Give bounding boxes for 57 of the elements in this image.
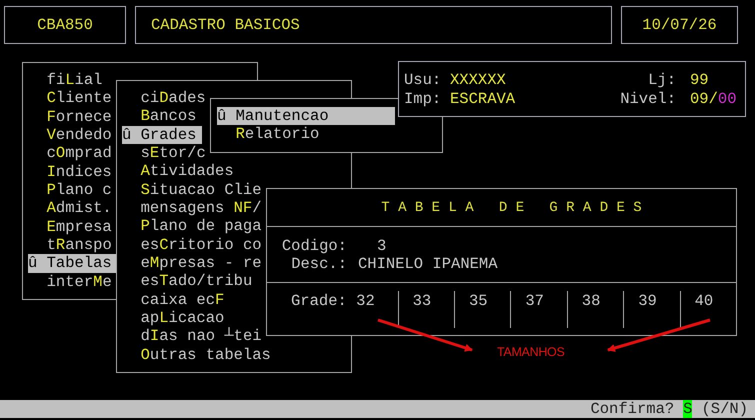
menu-item[interactable]: ciDades — [122, 89, 212, 108]
menu-item[interactable]: Empresa — [28, 218, 118, 236]
size-value: 32 — [356, 292, 375, 310]
menu-item[interactable]: cOmprad — [28, 144, 118, 163]
menu-item[interactable]: Admist. — [28, 199, 118, 218]
date-display: 10/07/26 — [621, 6, 738, 44]
menu-item[interactable]: Plano de paga — [122, 217, 268, 236]
menu-item[interactable]: fiLial — [28, 71, 108, 90]
menu-item[interactable]: û Grades — [122, 126, 202, 144]
menu-item[interactable]: eMpresas - re — [122, 254, 268, 272]
answer-field[interactable]: S — [683, 400, 692, 418]
answer-options: (S/N) — [701, 400, 748, 418]
field-label: Desc.: — [290, 254, 347, 272]
field-value: 3 — [376, 236, 388, 254]
menu-item[interactable]: Outras tabelas — [122, 346, 277, 364]
level-value: 09/00 — [690, 90, 738, 108]
user-label: Usu: — [404, 70, 442, 88]
size-value: 37 — [525, 292, 544, 310]
menu-item[interactable]: sEtor/c — [122, 144, 212, 162]
field-value: CHINELO IPANEMA — [358, 254, 499, 272]
menu-item[interactable]: Vendedo — [28, 126, 118, 144]
field-label: Codigo: — [280, 236, 347, 254]
menu-item[interactable]: Situacao Clie — [122, 180, 268, 200]
size-value: 40 — [694, 292, 714, 310]
menu-item[interactable]: tRanspo — [28, 236, 118, 254]
menu-item[interactable]: Fornece — [28, 108, 118, 126]
size-value: 35 — [468, 292, 488, 310]
menu-item[interactable]: Plano c — [28, 181, 118, 200]
size-value: 39 — [638, 292, 657, 310]
confirm-prompt: Confirma? — [590, 400, 674, 418]
program-code: CBA850 — [4, 6, 126, 44]
menu-item[interactable]: û Tabelas — [28, 254, 118, 273]
grade-label: Grade: — [291, 292, 348, 310]
menu-item[interactable]: Cliente — [28, 89, 118, 108]
menu-item[interactable]: mensagens NF/ — [122, 199, 268, 218]
menu-item[interactable]: Indices — [28, 162, 118, 182]
printer-value: ESCRAVA — [450, 90, 516, 108]
menu-item[interactable]: dIas nao ┴tei — [122, 327, 268, 346]
table-title: T A B E L A D E G R A D E S — [381, 200, 642, 216]
menu-item[interactable]: caixa ecF — [122, 290, 230, 310]
menu-item[interactable]: Atividades — [122, 162, 240, 181]
printer-label: Imp: — [404, 90, 442, 108]
user-value: XXXXXX — [450, 70, 507, 88]
level-label: Nivel: — [619, 90, 677, 108]
menu-item[interactable]: apLicacao — [122, 309, 230, 328]
menu-item[interactable]: esTado/tribu — [122, 272, 258, 291]
menu-item[interactable]: interMe — [28, 272, 118, 292]
menu-item[interactable]: û Manutencao — [217, 107, 395, 126]
menu-item[interactable]: esCritorio co — [122, 236, 268, 254]
screen-title: CADASTRO BASICOS — [135, 6, 612, 44]
menu-item[interactable]: Relatorio — [217, 125, 326, 144]
size-value: 33 — [412, 292, 432, 310]
store-value: 99 — [690, 70, 710, 88]
store-label: Lj: — [647, 70, 677, 88]
size-value: 38 — [582, 292, 600, 310]
annotation-label: TAMANHOS — [497, 345, 565, 359]
menu-item[interactable]: Bancos — [122, 107, 202, 126]
